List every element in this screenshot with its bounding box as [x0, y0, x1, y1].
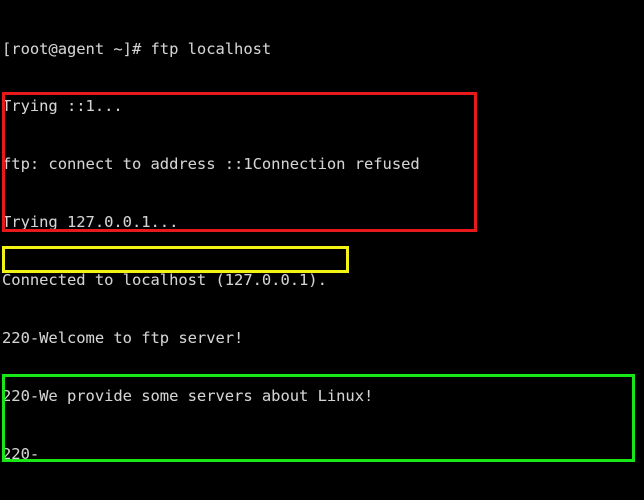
terminal-line-connect-refused: ftp: connect to address ::1Connection re… [2, 155, 420, 174]
terminal-line-prompt-ftp: [root@agent ~]# ftp localhost [2, 39, 272, 58]
terminal-window[interactable]: [root@agent ~]# ftp localhost Trying ::1… [0, 0, 644, 500]
terminal-line-trying-ipv4: Trying 127.0.0.1... [2, 213, 179, 232]
terminal-line-trying-ipv6: Trying ::1... [2, 97, 123, 116]
terminal-line-banner-blank: 220- [2, 444, 40, 463]
terminal-line-banner-welcome: 220-Welcome to ftp server! [2, 329, 244, 348]
terminal-output: [root@agent ~]# ftp localhost Trying ::1… [2, 1, 644, 500]
terminal-line-connected: Connected to localhost (127.0.0.1). [2, 271, 327, 290]
terminal-line-banner-servers: 220-We provide some servers about Linux! [2, 386, 374, 405]
